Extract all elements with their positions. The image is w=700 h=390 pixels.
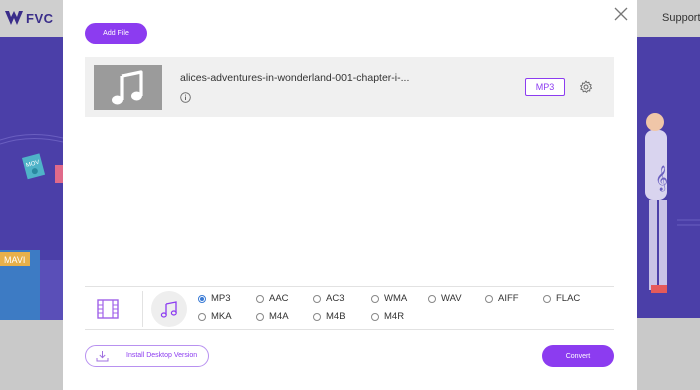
format-option-wav[interactable]: WAV xyxy=(428,293,462,304)
format-label: FLAC xyxy=(556,293,581,304)
format-option-m4r[interactable]: M4R xyxy=(371,311,404,322)
hero-decoration-right: 𝄞 xyxy=(645,113,700,293)
radio-aac[interactable] xyxy=(256,294,264,303)
format-label: M4R xyxy=(384,311,405,322)
format-label: MP3 xyxy=(211,293,231,304)
file-list-item: alices-adventures-in-wonderland-001-chap… xyxy=(85,57,614,117)
format-option-wma[interactable]: WMA xyxy=(371,293,407,304)
add-file-button[interactable]: Add File xyxy=(85,23,147,44)
format-option-mp3[interactable]: MP3 xyxy=(198,293,231,304)
radio-flac[interactable] xyxy=(543,294,551,303)
radio-ac3[interactable] xyxy=(313,294,321,303)
format-label: AC3 xyxy=(326,293,345,304)
convert-button[interactable]: Convert xyxy=(542,345,614,367)
radio-m4b[interactable] xyxy=(313,312,321,321)
format-selection-panel: MP3 AAC AC3 WMA WAV AIFF FLAC MKA M4A M4… xyxy=(85,286,614,330)
site-logo: FVC xyxy=(4,9,54,27)
install-desktop-label: Install Desktop Version xyxy=(126,352,198,359)
radio-mka[interactable] xyxy=(198,312,206,321)
converter-modal: Add File alices-adventures-in-wonderland… xyxy=(63,0,637,390)
radio-wma[interactable] xyxy=(371,294,379,303)
logo-icon xyxy=(5,11,23,25)
close-icon[interactable] xyxy=(613,6,629,22)
radio-wav[interactable] xyxy=(428,294,436,303)
format-label: M4B xyxy=(326,311,346,322)
format-label: MKA xyxy=(211,311,232,322)
hero-tag-mavi: MAVI xyxy=(4,255,25,265)
audio-tab-icon xyxy=(160,301,177,318)
output-format-badge[interactable]: MP3 xyxy=(525,78,565,96)
tab-divider xyxy=(142,291,143,327)
radio-m4a[interactable] xyxy=(256,312,264,321)
format-option-flac[interactable]: FLAC xyxy=(543,293,580,304)
hero-decoration-left: MOV MAVI xyxy=(0,133,63,320)
format-option-m4a[interactable]: M4A xyxy=(256,311,289,322)
video-tab-icon[interactable] xyxy=(97,299,119,319)
format-label: AAC xyxy=(269,293,289,304)
music-note-icon xyxy=(112,69,143,104)
format-label: WAV xyxy=(441,293,462,304)
info-icon[interactable] xyxy=(180,92,191,103)
format-label: WMA xyxy=(384,293,408,304)
file-thumbnail xyxy=(94,65,162,110)
format-option-aiff[interactable]: AIFF xyxy=(485,293,519,304)
radio-mp3[interactable] xyxy=(198,294,206,303)
radio-m4r[interactable] xyxy=(371,312,379,321)
logo-text: FVC xyxy=(26,10,54,26)
format-option-mka[interactable]: MKA xyxy=(198,311,232,322)
file-name: alices-adventures-in-wonderland-001-chap… xyxy=(180,72,410,84)
radio-aiff[interactable] xyxy=(485,294,493,303)
nav-support-link[interactable]: Support xyxy=(662,12,700,24)
install-desktop-button[interactable]: Install Desktop Version xyxy=(85,345,209,367)
svg-text:𝄞: 𝄞 xyxy=(655,165,668,191)
format-label: AIFF xyxy=(498,293,519,304)
audio-tab[interactable] xyxy=(151,291,187,327)
format-option-ac3[interactable]: AC3 xyxy=(313,293,344,304)
gear-icon[interactable] xyxy=(579,80,593,94)
format-option-aac[interactable]: AAC xyxy=(256,293,289,304)
format-option-m4b[interactable]: M4B xyxy=(313,311,346,322)
download-icon xyxy=(96,351,109,362)
format-label: M4A xyxy=(269,311,289,322)
